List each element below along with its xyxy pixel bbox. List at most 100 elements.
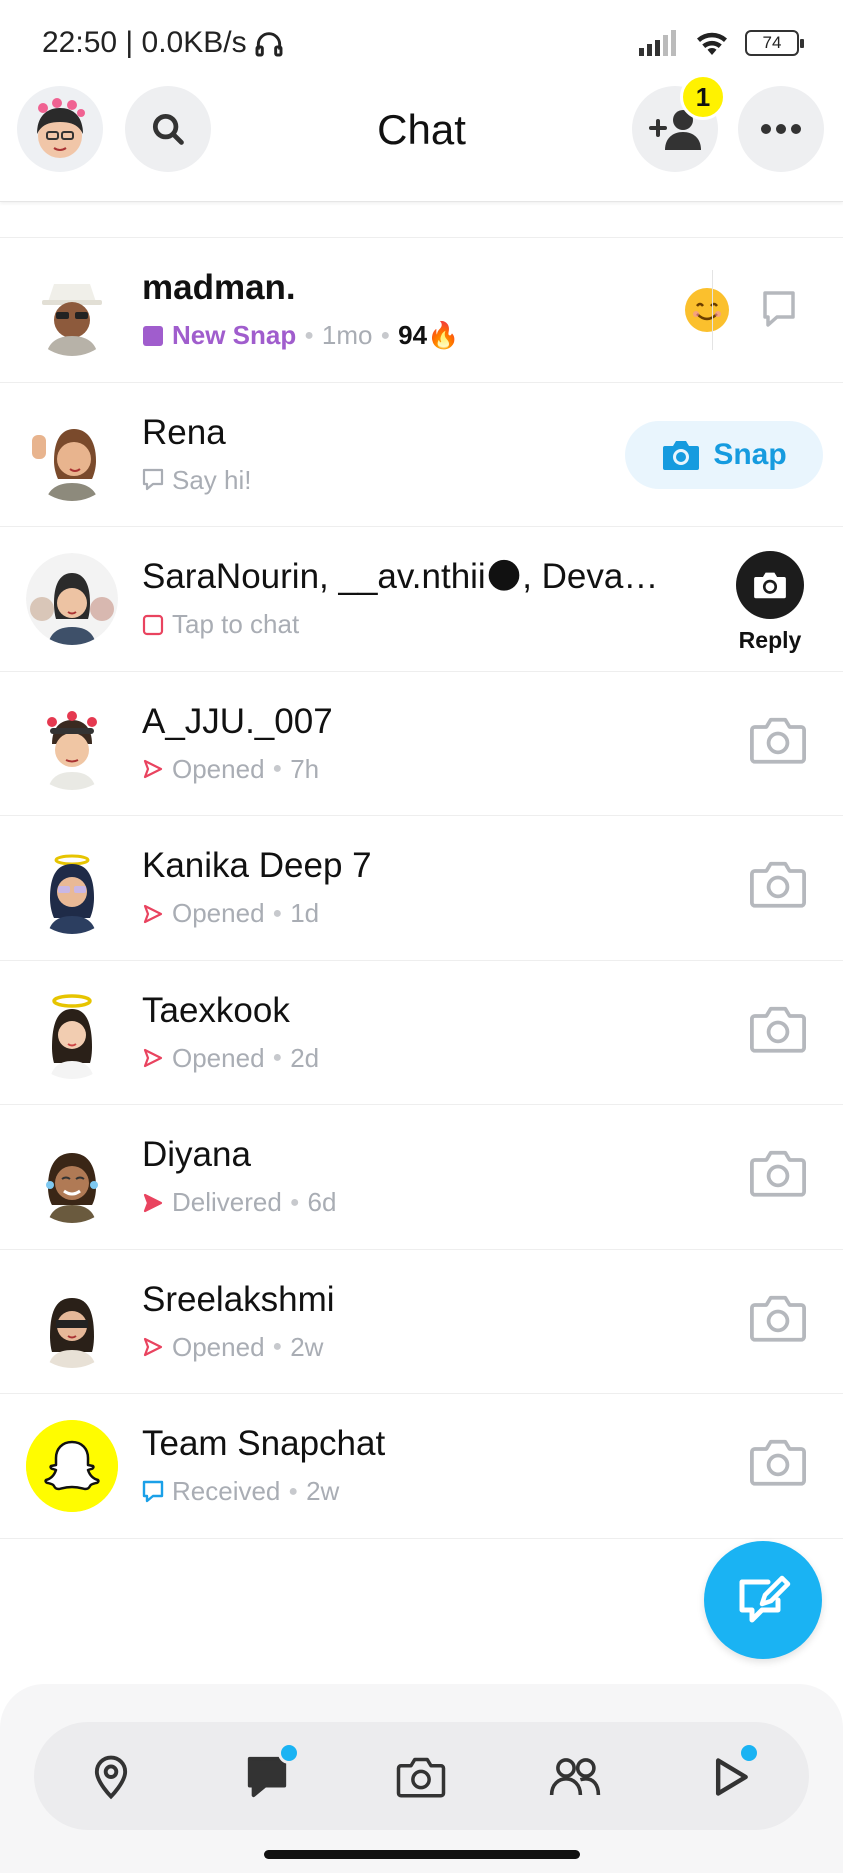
separator-dot: ●	[272, 760, 283, 777]
received-chat-icon	[142, 1480, 164, 1502]
tap-to-chat-icon	[142, 614, 164, 635]
avatar	[26, 1131, 118, 1223]
contact-name: Diyana	[142, 1135, 251, 1174]
friends-icon	[549, 1758, 601, 1796]
chat-status: Opened ● 2d	[142, 1043, 319, 1074]
reply-button[interactable]: Reply	[733, 551, 807, 654]
bitmoji-avatar-icon	[26, 842, 118, 934]
snapchat-ghost-icon	[26, 1420, 118, 1512]
chat-button[interactable]	[761, 290, 797, 333]
camera-icon	[750, 1150, 806, 1197]
chat-row[interactable]: Sreelakshmi Opened ● 2w	[0, 1250, 843, 1394]
avatar	[26, 408, 118, 501]
reply-label: Reply	[738, 627, 802, 653]
status-time: 6d	[307, 1187, 337, 1217]
camera-button[interactable]	[749, 714, 807, 771]
status-right: 74	[639, 28, 804, 58]
contact-name: A_JJU._007	[142, 701, 333, 741]
status-text: Tap to chat	[172, 609, 300, 639]
bitmoji-avatar-icon	[26, 697, 118, 790]
bitmoji-avatar-icon	[26, 408, 118, 501]
contact-name: Team Snapchat	[142, 1424, 386, 1463]
chat-status: New Snap ● 1mo ● 94🔥	[142, 320, 459, 351]
bitmoji-avatar-icon	[26, 1131, 118, 1223]
chat-row[interactable]: Rena Say hi! Snap	[0, 383, 843, 527]
status-text: Opened	[172, 1331, 265, 1362]
more-dots-icon	[761, 124, 801, 134]
chat-row[interactable]: Diyana Delivered ● 6d	[0, 1105, 843, 1250]
chat-status: Opened ● 1d	[142, 898, 319, 929]
camera-icon	[750, 861, 806, 908]
status-text: Delivered	[172, 1187, 282, 1217]
status-text: Received	[172, 1476, 281, 1506]
reply-camera-button[interactable]	[736, 551, 804, 619]
chat-row[interactable]: Kanika Deep 7 Opened ● 1d	[0, 816, 843, 961]
compose-chat-icon	[739, 1575, 791, 1623]
camera-icon	[750, 1006, 806, 1053]
camera-button[interactable]	[749, 858, 807, 915]
status-text: Opened	[172, 753, 265, 784]
camera-icon	[750, 1439, 806, 1486]
nav-friends[interactable]	[542, 1744, 608, 1810]
chat-list: madman. New Snap ● 1mo ● 94🔥 Rena Say hi…	[0, 202, 843, 1539]
avatar	[26, 553, 118, 645]
avatar	[26, 697, 118, 790]
chat-header: Chat 1	[0, 74, 843, 202]
nav-camera[interactable]	[388, 1744, 454, 1810]
nav-map[interactable]	[78, 1744, 144, 1810]
status-time: 1d	[290, 898, 320, 928]
chat-row[interactable]: madman. New Snap ● 1mo ● 94🔥	[0, 238, 843, 383]
partial-list-item[interactable]	[0, 202, 843, 238]
status-time: 2d	[290, 1042, 320, 1073]
home-indicator	[264, 1850, 580, 1859]
chat-status: Say hi!	[142, 465, 252, 496]
chat-status: Opened ● 7h	[142, 754, 319, 785]
chat-bubble-icon	[142, 468, 164, 491]
avatar	[26, 1275, 118, 1368]
group-name: SaraNourin, __av.nthii🌑, Deva…	[142, 557, 659, 596]
avatar	[26, 264, 118, 356]
more-options-button[interactable]	[738, 86, 824, 172]
contact-name: Rena	[142, 412, 226, 452]
camera-button[interactable]	[749, 1003, 807, 1060]
status-text: Opened	[172, 898, 265, 928]
avatar	[26, 1420, 118, 1512]
camera-icon	[754, 572, 786, 599]
snap-button[interactable]: Snap	[625, 420, 823, 489]
camera-button[interactable]	[749, 1292, 807, 1349]
chat-bubble-icon	[763, 291, 795, 327]
contact-name: Kanika Deep 7	[142, 846, 372, 885]
snap-button-label: Snap	[713, 437, 787, 471]
status-text: Opened	[172, 1042, 265, 1073]
separator-dot: ●	[272, 1338, 283, 1355]
chat-row[interactable]: Team Snapchat Received ● 2w	[0, 1394, 843, 1539]
chat-status: Tap to chat	[142, 609, 299, 640]
chat-row[interactable]: A_JJU._007 Opened ● 7h	[0, 672, 843, 816]
separator-dot: ●	[289, 1193, 300, 1211]
separator-dot: ●	[288, 1482, 299, 1500]
chat-status: Received ● 2w	[142, 1476, 339, 1507]
notification-dot	[738, 1742, 760, 1764]
chat-row[interactable]: Taexkook Opened ● 2d	[0, 961, 843, 1105]
separator-dot: ●	[304, 326, 314, 344]
status-left: 22:50 | 0.0KB/s	[42, 26, 285, 60]
nav-stories[interactable]	[698, 1742, 764, 1810]
signal-icon	[639, 30, 676, 56]
streak-count: 94🔥	[398, 320, 460, 350]
status-time: 2w	[306, 1476, 340, 1506]
time-speed: 22:50 | 0.0KB/s	[42, 26, 247, 59]
avatar	[26, 842, 118, 934]
nav-chat[interactable]	[234, 1742, 300, 1810]
wifi-icon	[697, 32, 727, 55]
camera-button[interactable]	[749, 1436, 807, 1493]
bitmoji-avatar-icon	[26, 986, 118, 1079]
opened-arrow-icon	[143, 1337, 163, 1357]
group-avatar-icon	[26, 553, 118, 645]
new-chat-button[interactable]	[704, 1541, 822, 1659]
separator-dot: ●	[272, 1049, 283, 1066]
separator-dot: ●	[272, 904, 283, 922]
bitmoji-avatar-icon	[26, 264, 118, 356]
chat-row[interactable]: SaraNourin, __av.nthii🌑, Deva… Tap to ch…	[0, 527, 843, 672]
camera-button[interactable]	[749, 1147, 807, 1204]
friend-request-badge: 1	[680, 74, 726, 120]
